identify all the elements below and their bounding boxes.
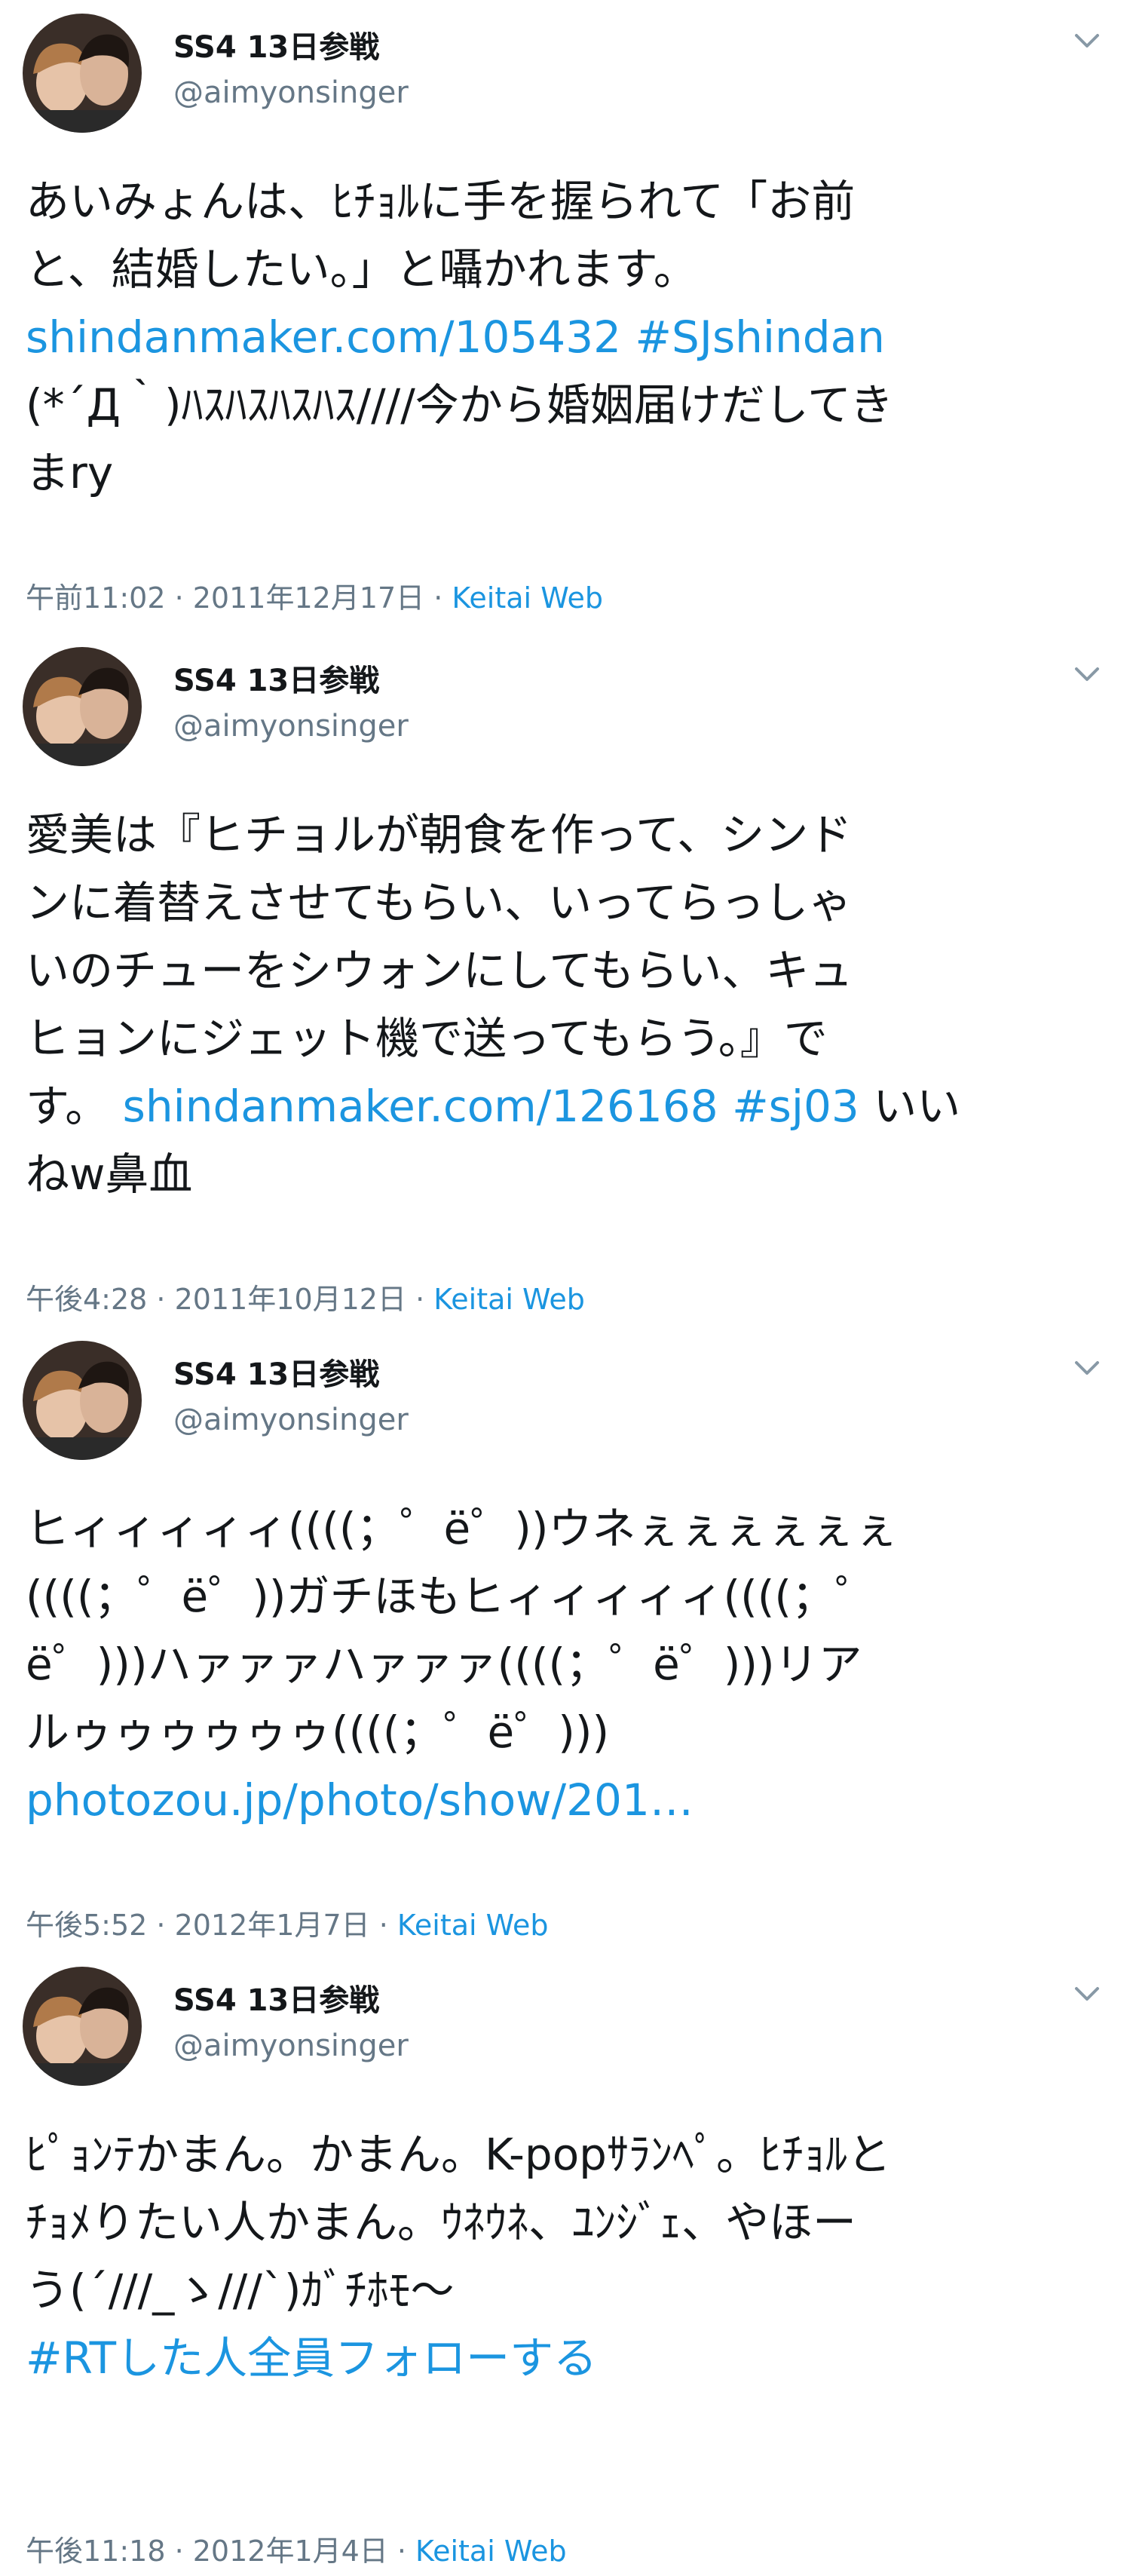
tweet-text-line: あいみょんは、ﾋﾁｮﾙに手を握られて「お前 [26,176,856,227]
tweet-text-line: ﾋﾟｮﾝﾃかまん。かまん。K-popｻﾗﾝﾍﾟ。ﾋﾁｮﾙと [26,2129,891,2180]
tweet-text-line: と、結婚したい。」と囁かれます。 [26,244,697,295]
tweet: SS4 13日参戦 @aimyonsinger 愛美は『ヒチョルが朝食を作って、… [0,633,1136,1327]
tweet-meta: 午後4:28 · 2011年10月12日 · Keitai Web [26,1276,585,1317]
tweet-text-line: ヒョンにジェット機で送ってもらう。』で [26,1013,828,1064]
tweet: SS4 13日参戦 @aimyonsinger ﾋﾟｮﾝﾃかまん。かまん。K-p… [0,1953,1136,2576]
chevron-down-icon[interactable] [1069,656,1105,692]
tweet-text-line: まry [26,447,114,498]
tweet-text-line: す。 shindanmaker.com/126168 #sj03 いい [26,1072,1113,1140]
tweet-text-segment: す。 [26,1081,123,1132]
display-name[interactable]: SS4 13日参戦 [173,656,379,700]
tweet-text-line: いのチューをシウォンにしてもらい、キュ [26,945,853,996]
tweet-text-line: ねw鼻血 [26,1148,193,1200]
timestamp[interactable]: 午後5:52 · 2012年1月7日 · [26,1909,397,1942]
tweet-text: 愛美は『ヒチョルが朝食を作って、シンド ンに着替えさせてもらい、いってらっしゃ … [26,801,1113,1208]
avatar[interactable] [23,647,142,766]
display-name[interactable]: SS4 13日参戦 [173,1976,379,2019]
tweet: SS4 13日参戦 @aimyonsinger ヒィィィィィ((((；゜ë゜))… [0,1327,1136,1953]
source-link[interactable]: Keitai Web [415,2535,567,2568]
display-name[interactable]: SS4 13日参戦 [173,23,379,66]
tweet-text-line: ヒィィィィィ((((；゜ë゜))ウネぇぇぇぇぇぇ [26,1503,899,1554]
source-link[interactable]: Keitai Web [452,581,603,615]
tweet-text-line: ルゥゥゥゥゥゥ((((；゜ë゜))) [26,1707,610,1758]
tweet-meta: 午後5:52 · 2012年1月7日 · Keitai Web [26,1902,549,1943]
avatar[interactable] [23,14,142,133]
timestamp[interactable]: 午後11:18 · 2012年1月4日 · [26,2535,415,2568]
hashtag-link[interactable]: #RTした人全員フォローする [26,2324,1113,2392]
tweet-text: ヒィィィィィ((((；゜ë゜))ウネぇぇぇぇぇぇ ((((；゜ë゜))ガチほもヒ… [26,1495,1113,1834]
user-handle[interactable]: @aimyonsinger [173,709,409,744]
tweet-text-line: ((((；゜ë゜))ガチほもヒィィィィィ((((；゜ [26,1571,879,1622]
avatar[interactable] [23,1967,142,2086]
tweet-meta: 午後11:18 · 2012年1月4日 · Keitai Web [26,2528,567,2569]
tweet-link[interactable]: shindanmaker.com/126168 #sj03 [123,1081,859,1132]
tweet-text-line: (*´Д｀)ﾊｽﾊｽﾊｽﾊｽ////今から婚姻届けだしてき [26,379,894,431]
source-link[interactable]: Keitai Web [397,1909,549,1942]
chevron-down-icon[interactable] [1069,23,1105,59]
tweet-link[interactable]: photozou.jp/photo/show/201… [26,1766,1113,1834]
tweet-text-line: ンに着替えさせてもらい、いってらっしゃ [26,877,853,928]
tweet-meta: 午前11:02 · 2011年12月17日 · Keitai Web [26,575,603,616]
user-handle[interactable]: @aimyonsinger [173,1403,409,1437]
timestamp[interactable]: 午前11:02 · 2011年12月17日 · [26,581,452,615]
tweet-text: あいみょんは、ﾋﾁｮﾙに手を握られて「お前 と、結婚したい。」と囁かれます。 s… [26,167,1113,507]
tweet-text: ﾋﾟｮﾝﾃかまん。かまん。K-popｻﾗﾝﾍﾟ。ﾋﾁｮﾙと ﾁｮﾒりたい人かまん… [26,2121,1113,2392]
chevron-down-icon[interactable] [1069,1350,1105,1386]
source-link[interactable]: Keitai Web [433,1283,585,1316]
user-handle[interactable]: @aimyonsinger [173,2029,409,2063]
display-name[interactable]: SS4 13日参戦 [173,1350,379,1394]
tweet: SS4 13日参戦 @aimyonsinger あいみょんは、ﾋﾁｮﾙに手を握ら… [0,0,1136,626]
tweet-link[interactable]: shindanmaker.com/105432 #SJshindan [26,303,1113,371]
tweet-text-line: ﾁｮﾒりたい人かまん。ｳﾈｳﾈ、ﾕﾝｼﾞｪ、やほー [26,2197,857,2248]
avatar[interactable] [23,1341,142,1460]
user-handle[interactable]: @aimyonsinger [173,75,409,110]
tweet-text-line: ë゜)))ハァァァハァァァ((((；゜ë゜)))リア [26,1639,862,1690]
tweet-text-segment: いい [859,1081,961,1132]
tweet-text-line: 愛美は『ヒチョルが朝食を作って、シンド [26,809,853,860]
chevron-down-icon[interactable] [1069,1976,1105,2012]
timestamp[interactable]: 午後4:28 · 2011年10月12日 · [26,1283,433,1316]
tweet-text-line: う(´///_ゝ///`)ｶﾞﾁﾎﾓ〜 [26,2265,455,2316]
